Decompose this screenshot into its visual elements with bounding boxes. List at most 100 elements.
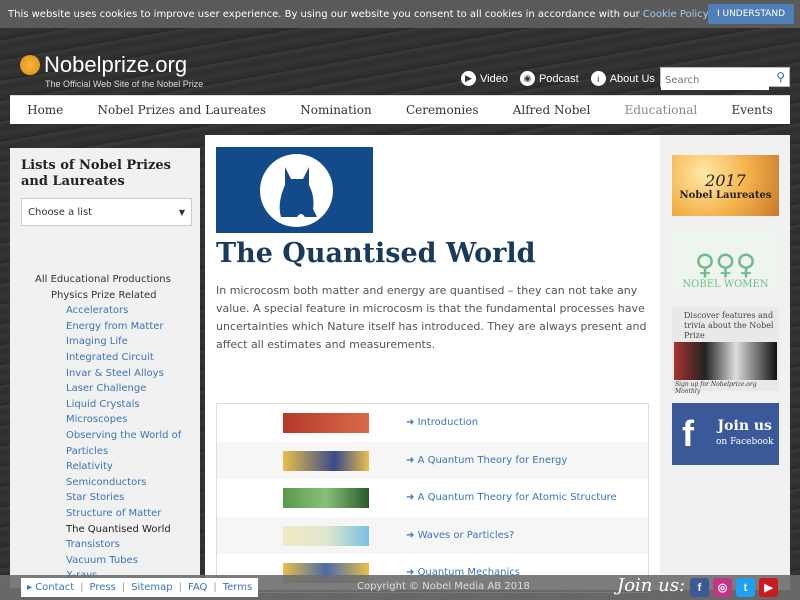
laureate-portraits-image [674, 342, 777, 380]
sidebar-item[interactable]: All Educational Productions [10, 272, 200, 288]
sidebar-item[interactable]: Particles [10, 444, 200, 460]
sidebar-item-current[interactable]: The Quantised World [10, 522, 200, 538]
search-box: ⚲ [660, 67, 790, 90]
nav-events[interactable]: Events [727, 103, 776, 117]
list-item[interactable]: ➜ Introduction [217, 404, 648, 442]
sidebar-item[interactable]: Structure of Matter [10, 506, 200, 522]
main-nav: Home Nobel Prizes and Laureates Nominati… [10, 95, 790, 124]
top-links: ▶ Video ◉ Podcast i About Us [461, 71, 655, 86]
footer-links: ▸ Contact | Press | Sitemap | FAQ | Term… [21, 578, 259, 597]
sidebar-list: All Educational Productions Physics Priz… [10, 272, 200, 584]
sidebar-item[interactable]: Transistors [10, 537, 200, 553]
nobel-women-label: NOBEL WOMEN [682, 279, 769, 290]
sidebar-item[interactable]: Relativity [10, 459, 200, 475]
laureates-year: 2017 [705, 170, 746, 190]
play-icon: ▶ [461, 71, 476, 86]
section-link[interactable]: ➜ Waves or Particles? [406, 530, 514, 541]
footer-link-faq[interactable]: FAQ [188, 582, 207, 593]
chevron-down-icon: ▼ [178, 208, 185, 217]
nav-educational[interactable]: Educational [621, 103, 702, 117]
sidebar-item[interactable]: Physics Prize Related [10, 288, 200, 304]
section-list: ➜ Introduction ➜ A Quantum Theory for En… [216, 403, 649, 593]
about-link[interactable]: i About Us [590, 71, 655, 86]
about-label: About Us [609, 72, 655, 85]
cat-icon [260, 154, 333, 227]
footer: ▸ Contact | Press | Sitemap | FAQ | Term… [0, 575, 800, 600]
facebook-icon[interactable]: f [690, 578, 709, 597]
video-link[interactable]: ▶ Video [461, 71, 508, 86]
footer-link-terms[interactable]: Terms [223, 582, 252, 593]
sidebar-item[interactable]: Microscopes [10, 412, 200, 428]
main-content: The Quantised World In microcosm both ma… [205, 135, 660, 593]
sidebar-item[interactable]: Invar & Steel Alloys [10, 366, 200, 382]
section-thumbnail[interactable] [283, 488, 369, 508]
twitter-icon[interactable]: t [736, 578, 755, 597]
newsletter-banner[interactable]: Discover features and trivia about the N… [672, 307, 779, 395]
signup-text: Sign up for Nobelprize.org Monthly [675, 381, 757, 395]
nav-home[interactable]: Home [23, 103, 67, 117]
sidebar-item[interactable]: Laser Challenge [10, 381, 200, 397]
nav-nomination[interactable]: Nomination [296, 103, 375, 117]
podcast-link[interactable]: ◉ Podcast [519, 71, 579, 86]
section-link[interactable]: ➜ Introduction [406, 417, 478, 428]
page-title: The Quantised World [216, 238, 536, 269]
youtube-icon[interactable]: ▶ [759, 578, 778, 597]
section-thumbnail[interactable] [283, 413, 369, 433]
nobel-women-banner[interactable]: ♀♀♀ NOBEL WOMEN [672, 231, 779, 292]
section-link[interactable]: ➜ A Quantum Theory for Atomic Structure [406, 492, 617, 503]
nav-ceremonies[interactable]: Ceremonies [402, 103, 483, 117]
video-label: Video [480, 72, 508, 85]
nobel-medal-icon [20, 55, 40, 75]
list-item[interactable]: ➜ A Quantum Theory for Atomic Structure [217, 479, 648, 517]
nav-alfred-nobel[interactable]: Alfred Nobel [509, 103, 595, 117]
join-us-label: Join us: [617, 575, 686, 596]
facebook-icon: f [682, 413, 694, 454]
facebook-text: Join us on Facebook [716, 418, 774, 447]
search-input[interactable] [661, 71, 769, 90]
cookie-message: This website uses cookies to improve use… [8, 8, 640, 20]
hero-image [216, 147, 373, 233]
sidebar-item[interactable]: Vacuum Tubes [10, 553, 200, 569]
sidebar-item[interactable]: Liquid Crystals [10, 397, 200, 413]
laureates-2017-banner[interactable]: 2017 Nobel Laureates [672, 155, 779, 216]
list-item[interactable]: ➜ A Quantum Theory for Energy [217, 441, 648, 479]
list-select-value: Choose a list [28, 206, 93, 218]
right-sidebar: 2017 Nobel Laureates ♀♀♀ NOBEL WOMEN Dis… [660, 135, 790, 590]
female-symbol-icon: ♀♀♀ [694, 248, 757, 281]
section-link[interactable]: ➜ A Quantum Theory for Energy [406, 455, 567, 466]
sidebar-item[interactable]: Star Stories [10, 490, 200, 506]
social-links: f ◎ t ▶ [690, 578, 778, 597]
logo-text: Nobelprize.org [44, 52, 188, 77]
list-select[interactable]: Choose a list ▼ [21, 198, 192, 226]
section-thumbnail[interactable] [283, 450, 369, 471]
instagram-icon[interactable]: ◎ [713, 578, 732, 597]
podcast-icon: ◉ [519, 71, 535, 86]
cookie-bar: This website uses cookies to improve use… [0, 0, 800, 28]
nav-prizes-laureates[interactable]: Nobel Prizes and Laureates [94, 103, 271, 117]
list-item[interactable]: ➜ Waves or Particles? [217, 516, 648, 554]
podcast-label: Podcast [538, 72, 579, 85]
sidebar-item[interactable]: Accelerators [10, 303, 200, 319]
footer-link-sitemap[interactable]: Sitemap [131, 582, 172, 593]
sidebar-item[interactable]: Energy from Matter [10, 319, 200, 335]
search-icon[interactable]: ⚲ [776, 70, 785, 84]
discover-text: Discover features and trivia about the N… [684, 311, 774, 340]
sidebar-item[interactable]: Imaging Life [10, 334, 200, 350]
info-icon: i [590, 71, 606, 86]
site-logo[interactable]: Nobelprize.org [20, 52, 187, 78]
copyright: Copyright © Nobel Media AB 2018 [357, 581, 530, 592]
sidebar-item[interactable]: Integrated Circuit [10, 350, 200, 366]
site-tagline: The Official Web Site of the Nobel Prize [45, 79, 204, 89]
sidebar-item[interactable]: Observing the World of [10, 428, 200, 444]
footer-link-contact[interactable]: ▸ Contact [27, 582, 74, 593]
intro-text: In microcosm both matter and energy are … [216, 284, 647, 351]
section-thumbnail[interactable] [283, 525, 369, 546]
sidebar-item[interactable]: Semiconductors [10, 475, 200, 491]
cookie-accept-button[interactable]: I UNDERSTAND [708, 4, 794, 24]
cookie-policy-link[interactable]: Cookie Policy [643, 9, 709, 20]
sidebar-heading: Lists of Nobel Prizes and Laureates [21, 158, 171, 189]
laureates-label: Nobel Laureates [679, 189, 772, 201]
footer-link-press[interactable]: Press [89, 582, 115, 593]
left-sidebar: Lists of Nobel Prizes and Laureates Choo… [10, 148, 200, 588]
facebook-banner[interactable]: f Join us on Facebook [672, 403, 779, 465]
